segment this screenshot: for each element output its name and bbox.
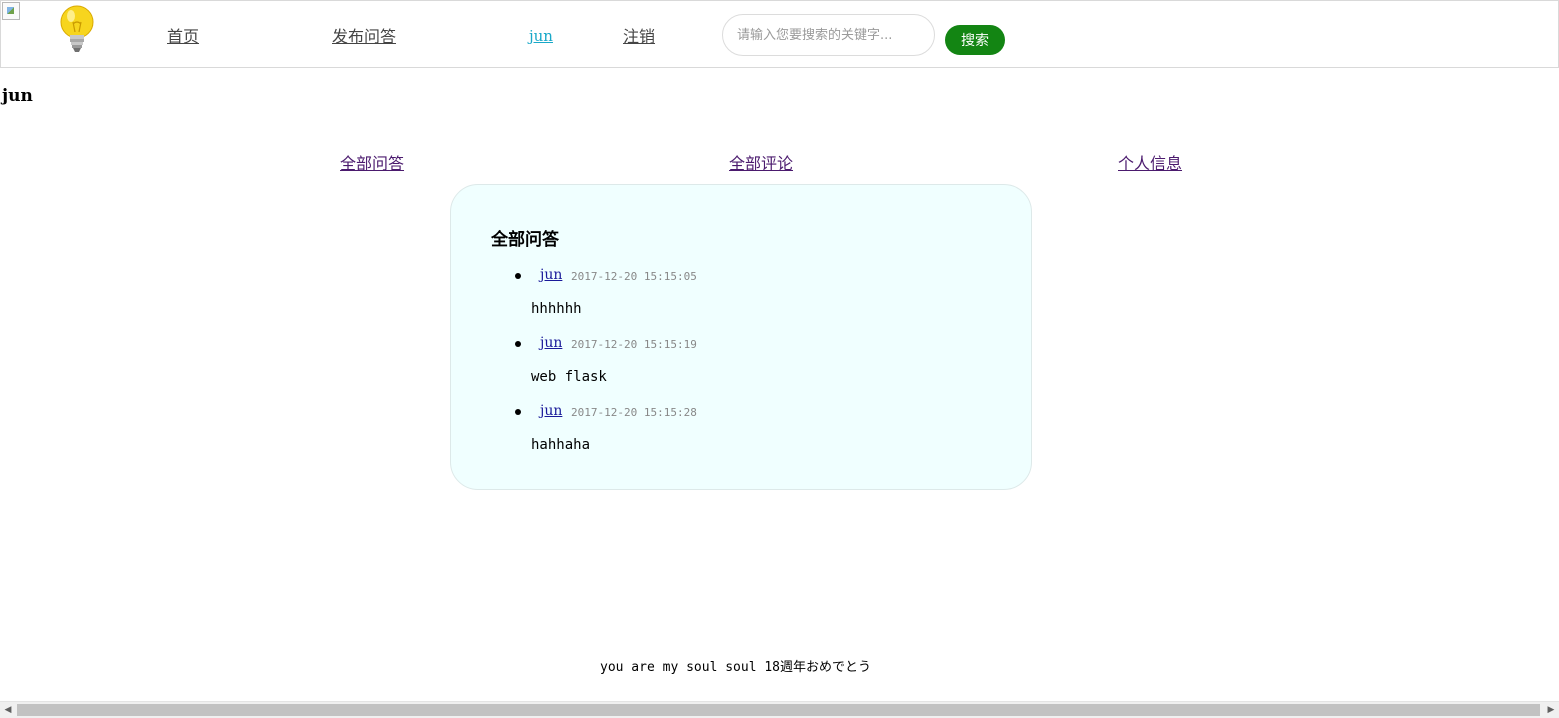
tab-all-questions[interactable]: 全部问答 — [340, 150, 404, 174]
tab-personal-info[interactable]: 个人信息 — [1118, 150, 1182, 174]
broken-image-icon — [2, 2, 20, 20]
search-input[interactable] — [722, 14, 935, 56]
scrollbar-thumb[interactable] — [17, 704, 1540, 716]
scroll-right-arrow-icon[interactable]: ▶ — [1543, 702, 1559, 718]
search-button[interactable]: 搜索 — [945, 25, 1005, 55]
bullet-icon — [515, 409, 521, 415]
question-author-link[interactable]: jun — [540, 403, 562, 419]
questions-panel: 全部问答 jun 2017-12-20 15:15:05 hhhhhh jun … — [450, 184, 1032, 490]
list-item: jun 2017-12-20 15:15:19 web flask — [451, 253, 1011, 385]
list-item: jun 2017-12-20 15:15:05 hhhhhh — [451, 185, 1011, 317]
lightbulb-icon[interactable] — [57, 4, 97, 54]
horizontal-scrollbar[interactable]: ◀ ▶ — [0, 701, 1559, 718]
nav-home-link[interactable]: 首页 — [167, 23, 199, 47]
nav-logout-link[interactable]: 注销 — [623, 23, 655, 47]
scroll-left-arrow-icon[interactable]: ◀ — [0, 702, 16, 718]
nav-publish-link[interactable]: 发布问答 — [332, 23, 396, 47]
top-navbar: 首页 发布问答 jun 注销 搜索 — [0, 0, 1559, 68]
profile-username-heading: jun — [2, 86, 33, 106]
list-item: jun 2017-12-20 15:15:28 hahhaha — [451, 321, 1011, 453]
question-timestamp: 2017-12-20 15:15:28 — [571, 406, 697, 419]
question-content: hahhaha — [531, 437, 591, 453]
footer-text: you are my soul soul 18週年おめでとう — [600, 660, 872, 675]
nav-user-link[interactable]: jun — [529, 27, 553, 45]
tab-all-comments[interactable]: 全部评论 — [729, 150, 793, 174]
